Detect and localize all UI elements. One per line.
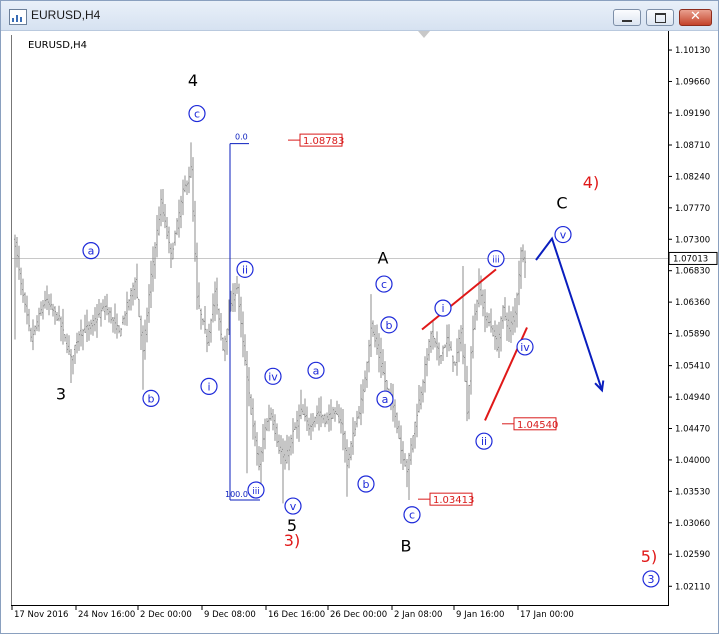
- time-tick-label: 24 Nov 16:00: [78, 610, 135, 620]
- maximize-icon: [655, 13, 666, 23]
- fib-level-label: 100.0: [225, 490, 248, 499]
- chart-background: [1, 31, 718, 633]
- level-marker-price: 1.04540: [517, 420, 558, 431]
- wave-label: iv: [268, 370, 278, 383]
- price-tick-label: 1.04940: [675, 393, 710, 403]
- price-tick-label: 1.02590: [675, 550, 710, 560]
- wave-label: C: [556, 193, 567, 212]
- level-marker-price: 1.08783: [303, 136, 344, 147]
- price-tick-label: 1.03530: [675, 487, 710, 497]
- wave-label: ii: [242, 263, 248, 276]
- price-tick-label: 1.09660: [675, 77, 710, 87]
- price-tick-label: 1.08710: [675, 141, 710, 151]
- price-tick-label: 1.07300: [675, 235, 710, 245]
- close-icon: ✕: [690, 9, 701, 24]
- wave-label: iii: [252, 487, 260, 497]
- wave-label: 3: [648, 573, 655, 586]
- price-tick-label: 1.07770: [675, 204, 710, 214]
- wave-label: iv: [520, 341, 530, 354]
- wave-label: a: [88, 245, 95, 258]
- wave-label: c: [409, 509, 415, 522]
- time-tick-label: 17 Jan 00:00: [520, 610, 574, 620]
- maximize-button[interactable]: [646, 9, 674, 26]
- wave-label: i: [441, 302, 444, 315]
- title-bar[interactable]: EURUSD,H4 ✕: [1, 1, 718, 31]
- wave-label: 3): [284, 531, 300, 550]
- price-tick-label: 1.06360: [675, 298, 710, 308]
- minimize-button[interactable]: [613, 9, 641, 26]
- window-title: EURUSD,H4: [31, 8, 101, 22]
- close-button[interactable]: ✕: [679, 9, 712, 26]
- chart-window: EURUSD,H4 ✕ 0.0 100.0 1.08783 1.04540 1.0341…: [0, 0, 719, 634]
- wave-label: 3: [56, 385, 66, 404]
- time-tick-label: 9 Jan 16:00: [456, 610, 504, 620]
- wave-label: a: [313, 364, 320, 377]
- chart-app-icon: [9, 9, 27, 25]
- wave-label: 4: [188, 71, 198, 90]
- chart-symbol-label: EURUSD,H4: [28, 40, 87, 51]
- price-tick-label: 1.03060: [675, 519, 710, 529]
- wave-label: a: [382, 393, 389, 406]
- wave-label: b: [386, 319, 393, 332]
- price-chart[interactable]: 0.0100.01.087831.045401.03413435ABC4)3)5…: [1, 31, 718, 633]
- minimize-icon: [622, 20, 632, 22]
- current-price-label: 1.07013: [673, 254, 708, 264]
- level-marker-price: 1.03413: [433, 495, 474, 506]
- fib-level-label: 0.0: [235, 133, 248, 142]
- wave-label: i: [207, 380, 210, 393]
- time-tick-label: 26 Dec 00:00: [330, 610, 387, 620]
- time-tick-label: 16 Dec 16:00: [268, 610, 325, 620]
- price-tick-label: 1.02110: [675, 582, 710, 592]
- wave-label: iii: [492, 256, 500, 266]
- time-tick-label: 2 Jan 08:00: [394, 610, 442, 620]
- time-tick-label: 9 Dec 08:00: [204, 610, 256, 620]
- wave-label: B: [401, 536, 412, 555]
- wave-label: A: [378, 248, 389, 267]
- price-tick-label: 1.04000: [675, 456, 710, 466]
- wave-label: b: [363, 478, 370, 491]
- wave-label: ii: [481, 435, 487, 448]
- price-tick-label: 1.08240: [675, 172, 710, 182]
- price-tick-label: 1.05890: [675, 330, 710, 340]
- wave-label: 5): [641, 547, 657, 566]
- price-tick-label: 1.05410: [675, 362, 710, 372]
- time-tick-label: 2 Dec 00:00: [140, 610, 192, 620]
- price-tick-label: 1.04470: [675, 424, 710, 434]
- wave-label: b: [148, 392, 155, 405]
- time-tick-label: 17 Nov 2016: [14, 610, 68, 620]
- wave-label: 4): [583, 173, 599, 192]
- wave-label: c: [381, 278, 387, 291]
- wave-label: v: [290, 500, 297, 513]
- price-tick-label: 1.06830: [675, 267, 710, 277]
- wave-label: c: [194, 108, 200, 121]
- price-tick-label: 1.10130: [675, 46, 710, 56]
- price-tick-label: 1.09190: [675, 109, 710, 119]
- wave-label: v: [560, 229, 567, 242]
